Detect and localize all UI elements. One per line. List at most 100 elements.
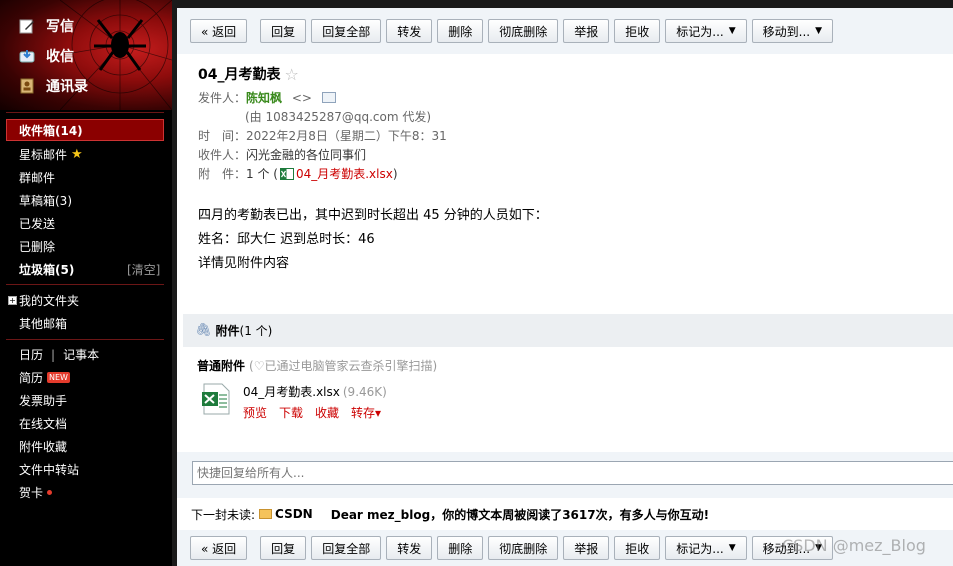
mark-as-dropdown[interactable]: 标记为... ▼ bbox=[665, 19, 747, 43]
clear-trash-link[interactable]: [清空] bbox=[127, 261, 160, 278]
new-badge: NEW bbox=[47, 372, 70, 383]
reject-button[interactable]: 拒收 bbox=[614, 19, 661, 43]
scan-note: (♡已通过电脑管家云查杀引擎扫描) bbox=[249, 359, 438, 373]
excel-file-icon bbox=[279, 168, 294, 180]
reply-all-button[interactable]: 回复全部 bbox=[311, 19, 382, 43]
attachment-size: (9.46K) bbox=[342, 385, 387, 399]
body-line: 详情见附件内容 bbox=[198, 256, 290, 271]
contacts-button[interactable]: 通讯录 bbox=[18, 76, 88, 96]
favorite-link[interactable]: 收藏 bbox=[315, 404, 339, 421]
my-folders-toggle[interactable]: + 我的文件夹 bbox=[8, 292, 79, 309]
folder-sent[interactable]: 已发送 bbox=[19, 215, 55, 232]
compose-button[interactable]: 写信 bbox=[18, 16, 74, 36]
back-button[interactable]: « 返回 bbox=[190, 536, 248, 560]
sender-name[interactable]: 陈知枫 bbox=[246, 91, 282, 105]
folder-group-mail[interactable]: 群邮件 bbox=[19, 169, 55, 186]
normal-attachments-label: 普通附件 bbox=[197, 359, 246, 373]
time-value: 2022年2月8日（星期二）下午8：31 bbox=[246, 129, 447, 143]
folder-drafts-label: 草稿箱(3) bbox=[19, 194, 72, 208]
file-transfer-link[interactable]: 文件中转站 bbox=[19, 461, 79, 478]
mail-body: 四月的考勤表已出，其中迟到时长超出 45 分钟的人员如下： 姓名：邱大仁 迟到总… bbox=[198, 204, 548, 276]
delete-button[interactable]: 删除 bbox=[437, 536, 484, 560]
report-button[interactable]: 举报 bbox=[563, 536, 610, 560]
delete-forever-button[interactable]: 彻底删除 bbox=[488, 536, 559, 560]
save-to-dropdown[interactable]: 转存▾ bbox=[351, 404, 381, 421]
delete-forever-button[interactable]: 彻底删除 bbox=[488, 19, 559, 43]
folder-inbox[interactable]: 收件箱(14) bbox=[19, 122, 83, 139]
expand-plus-icon: + bbox=[8, 296, 17, 305]
my-folders-label: 我的文件夹 bbox=[19, 294, 80, 308]
file-transfer-label: 文件中转站 bbox=[19, 463, 80, 477]
back-button[interactable]: « 返回 bbox=[190, 19, 248, 43]
attachment-fav-label: 附件收藏 bbox=[19, 440, 68, 454]
reply-button[interactable]: 回复 bbox=[260, 19, 307, 43]
other-mailbox-label: 其他邮箱 bbox=[19, 317, 68, 331]
attach-count: 1 个 ( bbox=[246, 167, 278, 181]
divider bbox=[6, 339, 164, 340]
next-unread-label: 下一封未读: bbox=[191, 507, 256, 522]
time-label: 时 间： bbox=[198, 129, 247, 143]
time-row: 时 间：2022年2月8日（星期二）下午8：31 bbox=[198, 127, 447, 144]
resume-label: 简历 bbox=[19, 371, 44, 385]
sender-address: <> bbox=[291, 91, 312, 105]
envelope-icon bbox=[259, 509, 273, 519]
reply-button[interactable]: 回复 bbox=[260, 536, 307, 560]
chevron-down-icon: ▼ bbox=[728, 26, 736, 36]
invoice-helper-link[interactable]: 发票助手 bbox=[19, 392, 67, 409]
receive-label: 收信 bbox=[46, 49, 74, 65]
divider bbox=[6, 284, 164, 285]
next-unread-subject[interactable]: Dear mez_blog，你的博文本周被阅读了3617次，有多人与你互动! bbox=[331, 506, 709, 523]
next-unread-sender[interactable]: CSDN bbox=[275, 507, 313, 521]
calendar-notebook-row: 日历 | 记事本 bbox=[19, 346, 99, 363]
other-mailbox-link[interactable]: 其他邮箱 bbox=[19, 315, 67, 332]
move-to-dropdown[interactable]: 移动到... ▼ bbox=[751, 19, 834, 43]
separator: | bbox=[51, 347, 56, 362]
on-behalf-text: (由 1083425287@qq.com 代发) bbox=[245, 110, 432, 124]
reject-button[interactable]: 拒收 bbox=[614, 536, 661, 560]
spiderman-banner: 写信 收信 通讯录 bbox=[0, 0, 172, 110]
preview-link[interactable]: 预览 bbox=[243, 404, 267, 421]
attachments-title: 附件 bbox=[215, 324, 240, 338]
body-line: 姓名：邱大仁 迟到总时长：46 bbox=[198, 232, 375, 247]
greeting-card-link[interactable]: 贺卡 bbox=[19, 484, 53, 501]
report-button[interactable]: 举报 bbox=[563, 19, 610, 43]
star-toggle-icon[interactable]: ☆ bbox=[284, 65, 298, 84]
folder-inbox-label: 收件箱(14) bbox=[19, 124, 83, 138]
folder-group-mail-label: 群邮件 bbox=[19, 171, 56, 185]
body-line: 四月的考勤表已出，其中迟到时长超出 45 分钟的人员如下： bbox=[198, 208, 548, 223]
greeting-card-label: 贺卡 bbox=[19, 486, 44, 500]
mail-header: 04_月考勤表 ☆ 发件人：陈知枫 <> (由 1083425287@qq.co… bbox=[177, 54, 953, 194]
chevron-down-icon: ▼ bbox=[728, 543, 736, 553]
resume-link[interactable]: 简历 NEW bbox=[19, 369, 70, 386]
folder-starred[interactable]: 星标邮件 ★ bbox=[19, 146, 83, 163]
folder-drafts[interactable]: 草稿箱(3) bbox=[19, 192, 72, 209]
download-link[interactable]: 下载 bbox=[279, 404, 303, 421]
quick-reply-input[interactable] bbox=[192, 461, 953, 485]
from-row: 发件人：陈知枫 <> bbox=[198, 89, 336, 106]
forward-button[interactable]: 转发 bbox=[386, 536, 433, 560]
folder-deleted[interactable]: 已删除 bbox=[19, 238, 55, 255]
mark-as-label: 标记为... bbox=[676, 541, 724, 556]
folder-deleted-label: 已删除 bbox=[19, 240, 56, 254]
compose-label: 写信 bbox=[46, 19, 74, 35]
forward-button[interactable]: 转发 bbox=[386, 19, 433, 43]
attachments-section: 普通附件 (♡已通过电脑管家云查杀引擎扫描) 04_月考勤表.xlsx (9.46K… bbox=[183, 347, 953, 435]
receive-button[interactable]: 收信 bbox=[18, 46, 74, 66]
next-unread-row: 下一封未读: CSDN Dear mez_blog，你的博文本周被阅读了3617… bbox=[177, 498, 953, 530]
delete-button[interactable]: 删除 bbox=[437, 19, 484, 43]
csdn-watermark: CSDN @mez_Blog bbox=[782, 536, 926, 555]
inbox-receive-icon bbox=[18, 47, 36, 65]
attachments-bar: 🖇 附件 (1 个) bbox=[183, 314, 953, 347]
attachment-filename: 04_月考勤表.xlsx bbox=[243, 385, 340, 399]
on-behalf-row: (由 1083425287@qq.com 代发) bbox=[245, 108, 431, 125]
mark-as-dropdown[interactable]: 标记为... ▼ bbox=[665, 536, 747, 560]
folder-trash[interactable]: 垃圾箱(5) bbox=[19, 261, 74, 278]
reply-all-button[interactable]: 回复全部 bbox=[311, 536, 382, 560]
calendar-link[interactable]: 日历 bbox=[19, 346, 43, 363]
notebook-link[interactable]: 记事本 bbox=[63, 346, 99, 363]
attachment-link[interactable]: 04_月考勤表.xlsx bbox=[296, 167, 393, 181]
attachment-fav-link[interactable]: 附件收藏 bbox=[19, 438, 67, 455]
chevron-down-icon: ▼ bbox=[815, 26, 823, 36]
online-docs-link[interactable]: 在线文档 bbox=[19, 415, 67, 432]
contact-card-icon[interactable] bbox=[321, 92, 336, 103]
